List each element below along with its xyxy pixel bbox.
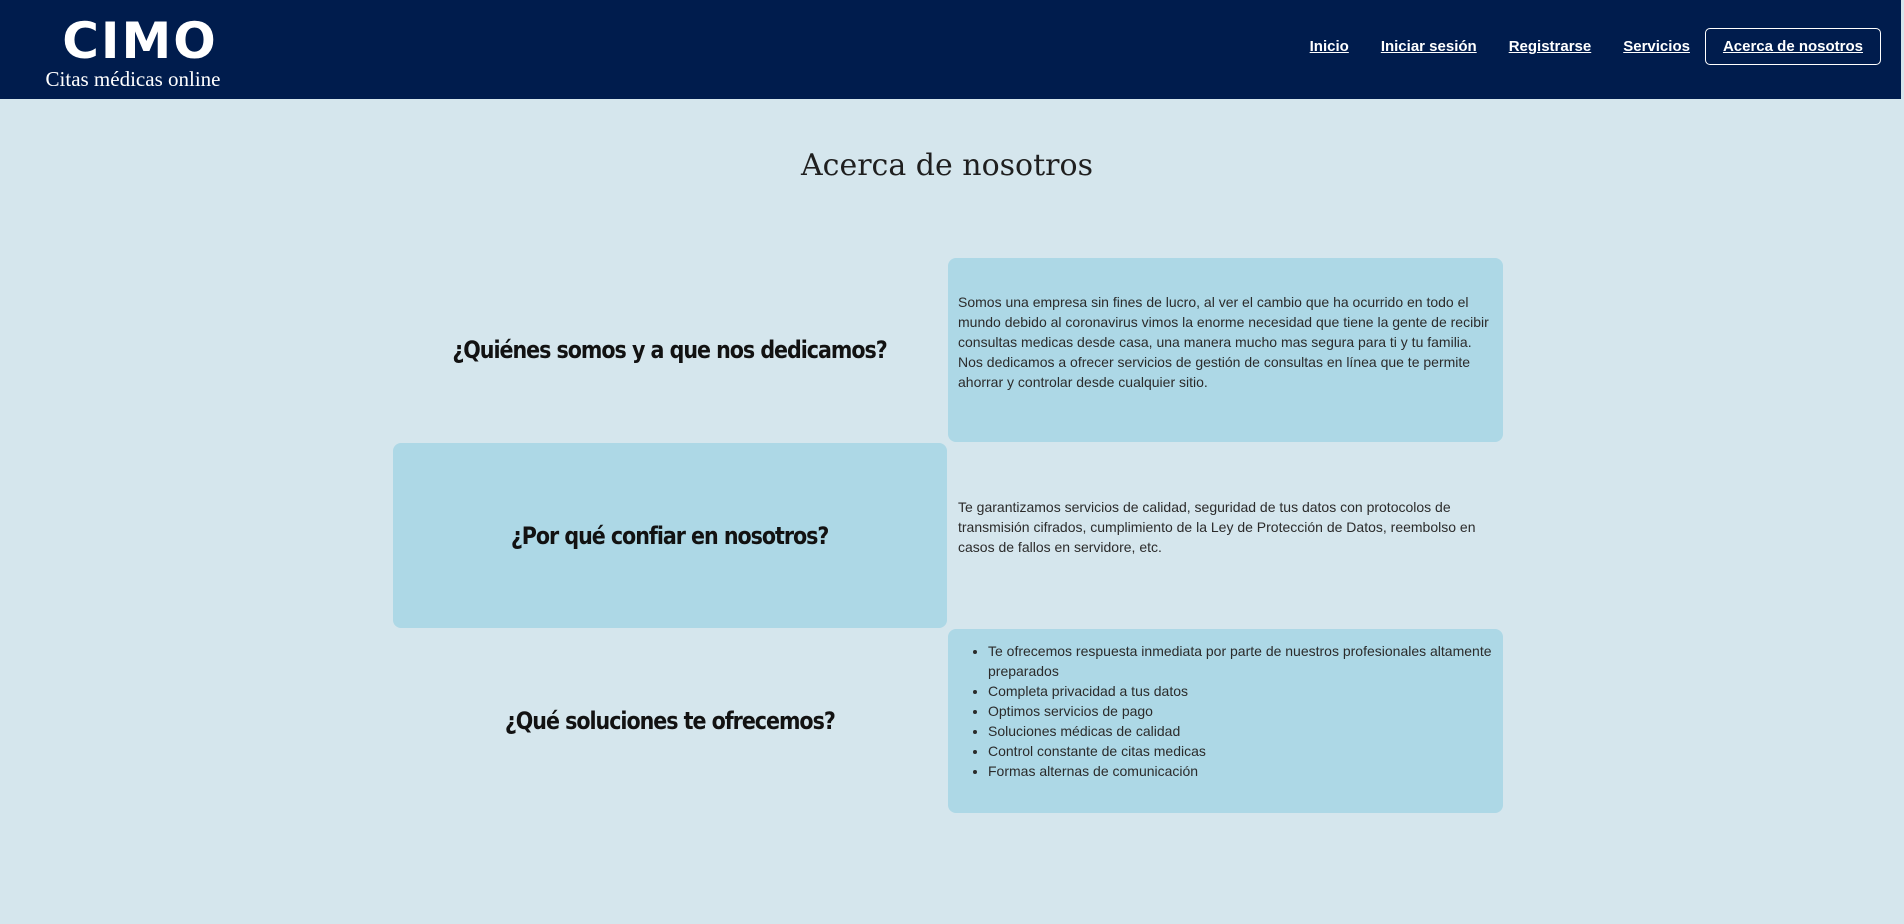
trust-heading-card: ¿Por qué confiar en nosotros? [393, 443, 947, 628]
nav-link-registrarse[interactable]: Registrarse [1494, 28, 1607, 65]
trust-text: Te garantizamos servicios de calidad, se… [958, 499, 1476, 555]
trust-text-cell: Te garantizamos servicios de calidad, se… [948, 443, 1503, 628]
solutions-list-item: Optimos servicios de pago [988, 701, 1497, 721]
nav-link-inicio[interactable]: Inicio [1295, 28, 1364, 65]
navbar: CIMO Citas médicas online Inicio Iniciar… [0, 0, 1901, 99]
solutions-list-item: Te ofrecemos respuesta inmediata por par… [988, 641, 1497, 681]
nav-link-servicios[interactable]: Servicios [1608, 28, 1705, 65]
main-nav: Inicio Iniciar sesión Registrarse Servic… [1293, 28, 1881, 65]
solutions-list-item: Soluciones médicas de calidad [988, 721, 1497, 741]
nav-link-acerca-de-nosotros[interactable]: Acerca de nosotros [1704, 28, 1881, 65]
page-title: Acerca de nosotros [801, 148, 1093, 183]
trust-heading: ¿Por qué confiar en nosotros? [511, 521, 830, 550]
solutions-list: Te ofrecemos respuesta inmediata por par… [958, 641, 1497, 781]
who-text-card: Somos una empresa sin fines de lucro, al… [948, 258, 1503, 442]
brand-name: CIMO [62, 12, 218, 70]
solutions-list-card: Te ofrecemos respuesta inmediata por par… [948, 629, 1503, 813]
nav-link-iniciar-sesion[interactable]: Iniciar sesión [1366, 28, 1492, 65]
who-text: Somos una empresa sin fines de lucro, al… [958, 294, 1489, 390]
solutions-heading-cell: ¿Qué soluciones te ofrecemos? [393, 629, 947, 813]
solutions-list-item: Control constante de citas medicas [988, 741, 1497, 761]
who-heading-cell: ¿Quiénes somos y a que nos dedicamos? [393, 258, 947, 442]
who-heading: ¿Quiénes somos y a que nos dedicamos? [452, 336, 888, 364]
solutions-list-item: Completa privacidad a tus datos [988, 681, 1497, 701]
brand-logo[interactable]: CIMO Citas médicas online [40, 8, 240, 90]
brand-tagline: Citas médicas online [45, 67, 221, 91]
solutions-heading: ¿Qué soluciones te ofrecemos? [505, 707, 836, 735]
solutions-list-item: Formas alternas de comunicación [988, 761, 1497, 781]
